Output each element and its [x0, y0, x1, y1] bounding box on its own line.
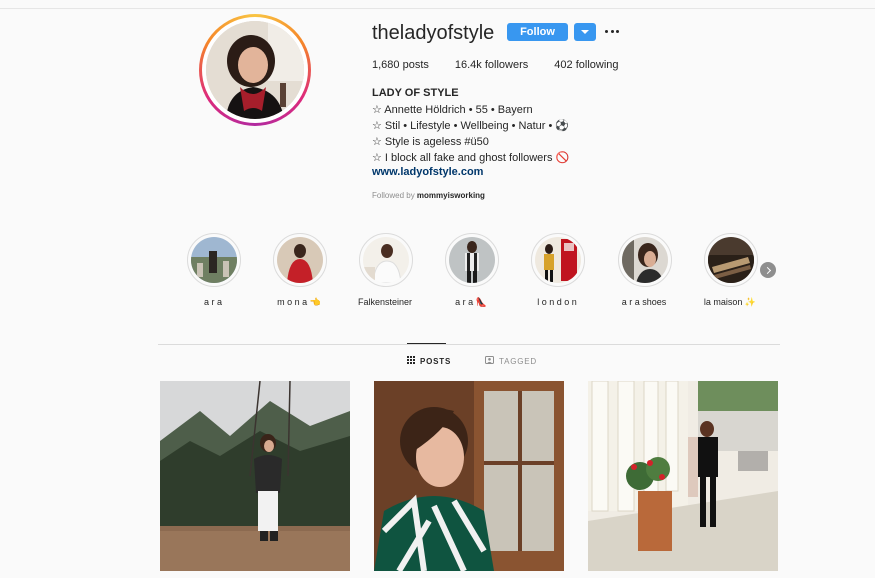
profile-avatar[interactable] — [199, 14, 311, 126]
chevron-down-icon — [581, 30, 589, 34]
followers-label: followers — [484, 59, 529, 71]
bio-line: ☆ I block all fake and ghost followers 🚫 — [372, 152, 570, 164]
post-thumbnail[interactable] — [160, 381, 350, 571]
active-tab-indicator — [407, 343, 446, 344]
highlight-cover — [535, 237, 581, 283]
tab-tagged-label: TAGGED — [499, 356, 537, 366]
highlight-cover — [363, 237, 409, 283]
more-options-button[interactable] — [605, 24, 619, 38]
highlight-cover — [191, 237, 237, 283]
highlight-label: la maison ✨ — [703, 297, 757, 307]
bio-line: ☆ Annette Höldrich • 55 • Bayern — [372, 104, 533, 116]
highlight-label: l o n d o n — [537, 297, 577, 307]
highlight-cover — [622, 237, 668, 283]
chevron-right-icon — [763, 266, 771, 274]
highlights-next-button[interactable] — [760, 262, 776, 278]
highlight-label: a r a shoes — [621, 297, 667, 307]
post-thumbnail[interactable] — [374, 381, 564, 571]
followed-by-user: mommyisworking — [416, 191, 485, 200]
follow-button[interactable]: Follow — [507, 23, 568, 41]
tabs-divider — [158, 344, 780, 345]
following-count[interactable]: 402 following — [554, 59, 618, 71]
highlight-ring — [445, 233, 499, 287]
highlight-cover — [277, 237, 323, 283]
avatar-photo — [206, 21, 304, 119]
highlight-label: m o n a 👈 — [277, 297, 321, 307]
post-image-terrace — [588, 381, 778, 571]
bio-line: ☆ Style is ageless #ü50 — [372, 136, 489, 148]
posts-number: 1,680 — [372, 59, 400, 71]
dot — [616, 29, 619, 33]
profile-stats: 1,680 posts 16.4k followers 402 followin… — [372, 59, 645, 71]
following-number: 402 — [554, 59, 573, 71]
dot — [610, 29, 614, 33]
tag-icon — [485, 356, 494, 366]
highlight-label: a r a — [203, 297, 222, 307]
tab-tagged[interactable]: TAGGED — [485, 356, 537, 366]
posts-count: 1,680 posts — [372, 59, 429, 71]
highlight-ring — [618, 233, 672, 287]
profile-username: theladyofstyle — [372, 22, 495, 44]
avatar-ring-gap — [202, 17, 308, 123]
bio-line: ☆ Stil • Lifestyle • Wellbeing • Natur •… — [372, 120, 570, 132]
top-divider — [0, 8, 875, 9]
more-horizontal-icon — [605, 29, 608, 33]
following-label: following — [575, 59, 619, 71]
tab-posts-label: POSTS — [420, 356, 452, 366]
highlight-cover — [449, 237, 495, 283]
profile-full-name: LADY OF STYLE — [372, 87, 459, 99]
tab-posts[interactable]: POSTS — [407, 356, 451, 366]
profile-website-link[interactable]: www.ladyofstyle.com — [372, 166, 483, 178]
post-image-portrait — [374, 381, 564, 571]
highlight-label: a r a 👠 — [455, 297, 487, 307]
highlight-ring — [704, 233, 758, 287]
highlight-cover — [708, 237, 754, 283]
grid-icon — [407, 356, 415, 366]
highlight-ring — [531, 233, 585, 287]
followers-count[interactable]: 16.4k followers — [455, 59, 528, 71]
highlight-ring — [359, 233, 413, 287]
highlight-ring — [187, 233, 241, 287]
followers-number: 16.4k — [454, 59, 482, 71]
highlight-label: Falkensteiner — [357, 297, 413, 307]
posts-label: posts — [402, 59, 429, 71]
highlight-ring — [273, 233, 327, 287]
followed-by[interactable]: Followed by mommyisworking — [372, 191, 485, 200]
followed-by-prefix: Followed by — [372, 191, 415, 200]
post-image-swing — [160, 381, 350, 571]
suggestions-dropdown-button[interactable] — [574, 23, 596, 41]
post-thumbnail[interactable] — [588, 381, 778, 571]
